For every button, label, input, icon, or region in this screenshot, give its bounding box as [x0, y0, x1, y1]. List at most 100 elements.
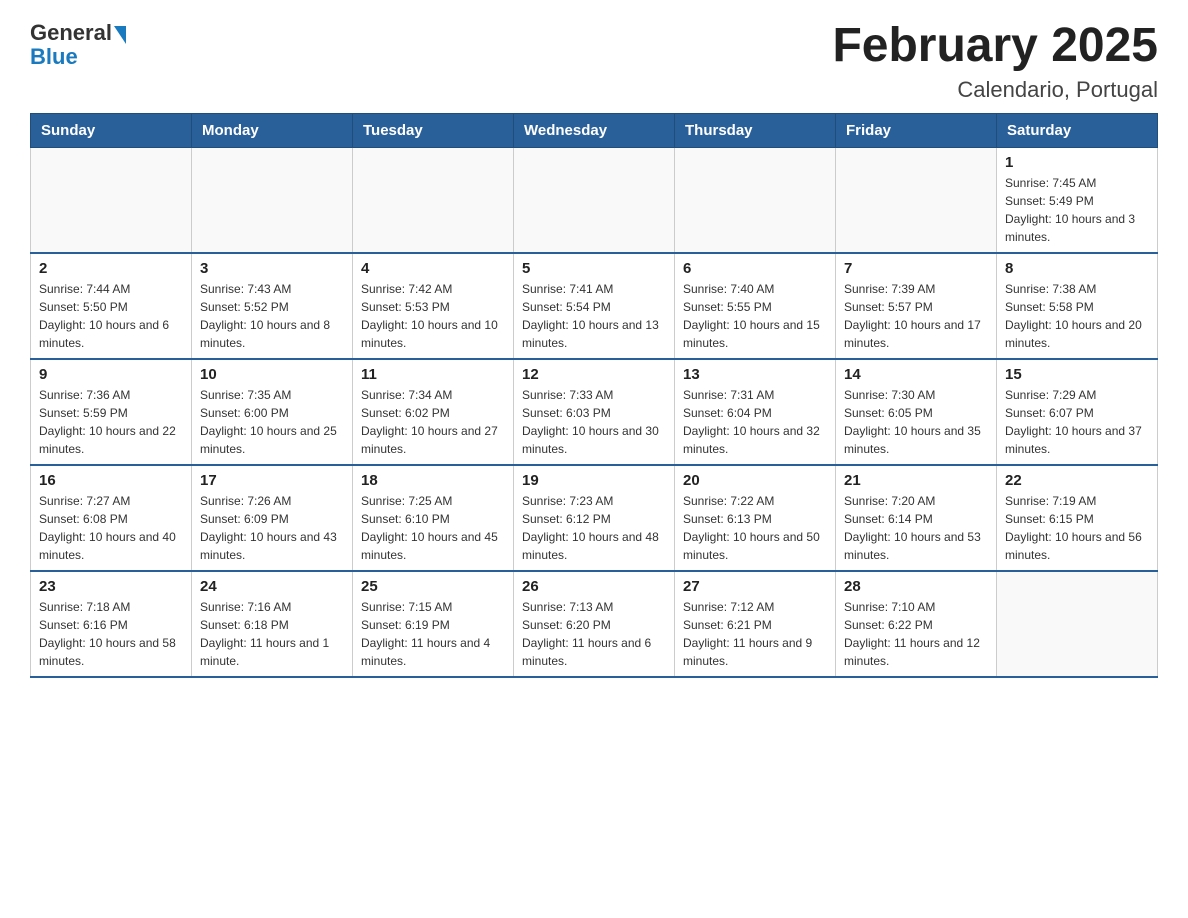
day-info: Sunrise: 7:38 AMSunset: 5:58 PMDaylight:… [1005, 280, 1149, 352]
day-cell: 26 Sunrise: 7:13 AMSunset: 6:20 PMDayligh… [514, 571, 675, 677]
day-number: 22 [1005, 472, 1149, 489]
day-info: Sunrise: 7:45 AMSunset: 5:49 PMDaylight:… [1005, 174, 1149, 246]
day-number: 21 [844, 472, 988, 489]
day-info: Sunrise: 7:27 AMSunset: 6:08 PMDaylight:… [39, 492, 183, 564]
day-cell: 8 Sunrise: 7:38 AMSunset: 5:58 PMDaylight… [997, 253, 1158, 359]
logo-blue-text: Blue [30, 44, 78, 70]
day-cell: 25 Sunrise: 7:15 AMSunset: 6:19 PMDayligh… [353, 571, 514, 677]
week-row-3: 9 Sunrise: 7:36 AMSunset: 5:59 PMDaylight… [31, 359, 1158, 465]
day-cell: 7Sunrise: 7:39 AMSunset: 5:57 PMDaylight… [836, 253, 997, 359]
calendar-subtitle: Calendario, Portugal [832, 77, 1158, 103]
day-cell [836, 147, 997, 253]
day-cell: 21 Sunrise: 7:20 AMSunset: 6:14 PMDayligh… [836, 465, 997, 571]
day-number: 18 [361, 472, 505, 489]
day-number: 11 [361, 366, 505, 383]
day-cell: 12 Sunrise: 7:33 AMSunset: 6:03 PMDayligh… [514, 359, 675, 465]
header-cell-friday: Friday [836, 113, 997, 147]
day-number: 17 [200, 472, 344, 489]
day-info: Sunrise: 7:23 AMSunset: 6:12 PMDaylight:… [522, 492, 666, 564]
week-row-4: 16 Sunrise: 7:27 AMSunset: 6:08 PMDayligh… [31, 465, 1158, 571]
header-row: SundayMondayTuesdayWednesdayThursdayFrid… [31, 113, 1158, 147]
day-cell: 13 Sunrise: 7:31 AMSunset: 6:04 PMDayligh… [675, 359, 836, 465]
header-cell-sunday: Sunday [31, 113, 192, 147]
calendar-title: February 2025 [832, 20, 1158, 73]
day-cell: 2 Sunrise: 7:44 AMSunset: 5:50 PMDaylight… [31, 253, 192, 359]
day-info: Sunrise: 7:31 AMSunset: 6:04 PMDaylight:… [683, 386, 827, 458]
day-number: 15 [1005, 366, 1149, 383]
week-row-5: 23 Sunrise: 7:18 AMSunset: 6:16 PMDayligh… [31, 571, 1158, 677]
day-number: 4 [361, 260, 505, 277]
day-cell: 19Sunrise: 7:23 AMSunset: 6:12 PMDayligh… [514, 465, 675, 571]
day-cell: 24Sunrise: 7:16 AMSunset: 6:18 PMDayligh… [192, 571, 353, 677]
day-cell: 17 Sunrise: 7:26 AMSunset: 6:09 PMDayligh… [192, 465, 353, 571]
day-cell: 18 Sunrise: 7:25 AMSunset: 6:10 PMDayligh… [353, 465, 514, 571]
day-cell: 15 Sunrise: 7:29 AMSunset: 6:07 PMDayligh… [997, 359, 1158, 465]
day-info: Sunrise: 7:33 AMSunset: 6:03 PMDaylight:… [522, 386, 666, 458]
day-number: 12 [522, 366, 666, 383]
day-cell [31, 147, 192, 253]
header-cell-thursday: Thursday [675, 113, 836, 147]
day-cell [997, 571, 1158, 677]
day-cell: 10Sunrise: 7:35 AMSunset: 6:00 PMDayligh… [192, 359, 353, 465]
day-number: 5 [522, 260, 666, 277]
day-cell: 16 Sunrise: 7:27 AMSunset: 6:08 PMDayligh… [31, 465, 192, 571]
day-number: 10 [200, 366, 344, 383]
day-info: Sunrise: 7:15 AMSunset: 6:19 PMDaylight:… [361, 598, 505, 670]
day-cell: 11 Sunrise: 7:34 AMSunset: 6:02 PMDayligh… [353, 359, 514, 465]
day-number: 13 [683, 366, 827, 383]
day-info: Sunrise: 7:43 AMSunset: 5:52 PMDaylight:… [200, 280, 344, 352]
day-info: Sunrise: 7:41 AMSunset: 5:54 PMDaylight:… [522, 280, 666, 352]
day-number: 24 [200, 578, 344, 595]
day-number: 26 [522, 578, 666, 595]
day-cell: 4Sunrise: 7:42 AMSunset: 5:53 PMDaylight… [353, 253, 514, 359]
day-number: 25 [361, 578, 505, 595]
day-number: 14 [844, 366, 988, 383]
day-info: Sunrise: 7:13 AMSunset: 6:20 PMDaylight:… [522, 598, 666, 670]
day-cell: 5 Sunrise: 7:41 AMSunset: 5:54 PMDaylight… [514, 253, 675, 359]
day-info: Sunrise: 7:25 AMSunset: 6:10 PMDaylight:… [361, 492, 505, 564]
day-cell: 9 Sunrise: 7:36 AMSunset: 5:59 PMDaylight… [31, 359, 192, 465]
calendar-header: SundayMondayTuesdayWednesdayThursdayFrid… [31, 113, 1158, 147]
day-info: Sunrise: 7:40 AMSunset: 5:55 PMDaylight:… [683, 280, 827, 352]
day-info: Sunrise: 7:39 AMSunset: 5:57 PMDaylight:… [844, 280, 988, 352]
day-info: Sunrise: 7:10 AMSunset: 6:22 PMDaylight:… [844, 598, 988, 670]
day-cell: 22 Sunrise: 7:19 AMSunset: 6:15 PMDayligh… [997, 465, 1158, 571]
day-info: Sunrise: 7:19 AMSunset: 6:15 PMDaylight:… [1005, 492, 1149, 564]
day-number: 28 [844, 578, 988, 595]
day-cell: 6 Sunrise: 7:40 AMSunset: 5:55 PMDaylight… [675, 253, 836, 359]
page-header: General Blue February 2025 Calendario, P… [30, 20, 1158, 103]
week-row-1: 1Sunrise: 7:45 AMSunset: 5:49 PMDaylight… [31, 147, 1158, 253]
logo-general-text: General [30, 20, 112, 46]
day-number: 23 [39, 578, 183, 595]
day-info: Sunrise: 7:22 AMSunset: 6:13 PMDaylight:… [683, 492, 827, 564]
day-number: 16 [39, 472, 183, 489]
day-cell [514, 147, 675, 253]
day-info: Sunrise: 7:12 AMSunset: 6:21 PMDaylight:… [683, 598, 827, 670]
day-info: Sunrise: 7:29 AMSunset: 6:07 PMDaylight:… [1005, 386, 1149, 458]
day-cell: 23 Sunrise: 7:18 AMSunset: 6:16 PMDayligh… [31, 571, 192, 677]
day-cell: 1Sunrise: 7:45 AMSunset: 5:49 PMDaylight… [997, 147, 1158, 253]
day-number: 9 [39, 366, 183, 383]
day-info: Sunrise: 7:44 AMSunset: 5:50 PMDaylight:… [39, 280, 183, 352]
header-cell-tuesday: Tuesday [353, 113, 514, 147]
day-cell [353, 147, 514, 253]
day-cell: 3 Sunrise: 7:43 AMSunset: 5:52 PMDaylight… [192, 253, 353, 359]
day-cell: 14 Sunrise: 7:30 AMSunset: 6:05 PMDayligh… [836, 359, 997, 465]
day-number: 2 [39, 260, 183, 277]
day-number: 6 [683, 260, 827, 277]
day-number: 27 [683, 578, 827, 595]
calendar-body: 1Sunrise: 7:45 AMSunset: 5:49 PMDaylight… [31, 147, 1158, 677]
day-number: 8 [1005, 260, 1149, 277]
logo-arrow-icon [114, 26, 126, 44]
day-info: Sunrise: 7:34 AMSunset: 6:02 PMDaylight:… [361, 386, 505, 458]
day-info: Sunrise: 7:26 AMSunset: 6:09 PMDaylight:… [200, 492, 344, 564]
day-info: Sunrise: 7:20 AMSunset: 6:14 PMDaylight:… [844, 492, 988, 564]
day-info: Sunrise: 7:30 AMSunset: 6:05 PMDaylight:… [844, 386, 988, 458]
day-info: Sunrise: 7:18 AMSunset: 6:16 PMDaylight:… [39, 598, 183, 670]
header-cell-monday: Monday [192, 113, 353, 147]
day-number: 20 [683, 472, 827, 489]
day-info: Sunrise: 7:36 AMSunset: 5:59 PMDaylight:… [39, 386, 183, 458]
day-number: 3 [200, 260, 344, 277]
header-cell-wednesday: Wednesday [514, 113, 675, 147]
day-cell: 20 Sunrise: 7:22 AMSunset: 6:13 PMDayligh… [675, 465, 836, 571]
